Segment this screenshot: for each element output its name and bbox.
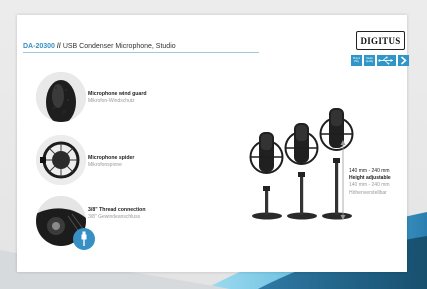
title-separator: // xyxy=(56,43,61,50)
product-name: USB Condenser Microphone, Studio xyxy=(62,43,176,50)
chevron-right-icon xyxy=(400,56,407,65)
studio-quality-badge: Studio Quality xyxy=(364,55,375,66)
feature-label: 3/8" Thread connection xyxy=(88,207,146,213)
product-code: DA-20300 xyxy=(23,43,55,50)
usb-badge xyxy=(377,55,396,66)
feature-label: Microphone wind guard xyxy=(88,91,147,97)
brand-logo: DIGITUS xyxy=(356,31,405,50)
feature-label-de: 3/8" Gewindeanschluss xyxy=(88,214,141,220)
microphone-short xyxy=(249,132,284,220)
wind-guard-photo xyxy=(36,72,86,122)
height-range: 140 mm - 240 mm xyxy=(349,168,390,174)
height-range-de: 140 mm - 240 mm xyxy=(349,182,390,189)
feature-text: Microphone wind guard Mikrofon-Windschut… xyxy=(88,91,147,104)
height-label: Height adjustable xyxy=(349,175,391,182)
microphone-mid xyxy=(284,123,319,220)
height-info: 140 mm - 240 mm Height adjustable 140 mm… xyxy=(349,168,391,197)
plug-play-badge: Plug & Play xyxy=(351,55,362,66)
height-label-de: Höhenverstellbar xyxy=(349,189,387,196)
feature-badges: Plug & Play Studio Quality xyxy=(351,55,409,66)
feature-label-de: Mikrofon-Windschutz xyxy=(88,98,135,104)
feature-text: Microphone spider Mikrofonspinne xyxy=(88,155,134,168)
feature-label-de: Mikrofonspinne xyxy=(88,162,122,168)
usb-cable-icon xyxy=(73,228,95,250)
next-arrow-badge xyxy=(398,55,409,66)
title-divider xyxy=(23,52,259,53)
height-arrow-icon xyxy=(340,140,346,220)
feature-label: Microphone spider xyxy=(88,155,135,161)
microphone-tall xyxy=(319,108,354,220)
feature-text: 3/8" Thread connection 3/8" Gewindeansch… xyxy=(88,207,146,220)
page-title: DA-20300//USB Condenser Microphone, Stud… xyxy=(23,43,176,50)
usb-icon xyxy=(378,56,393,65)
spider-mount-photo xyxy=(36,135,86,185)
